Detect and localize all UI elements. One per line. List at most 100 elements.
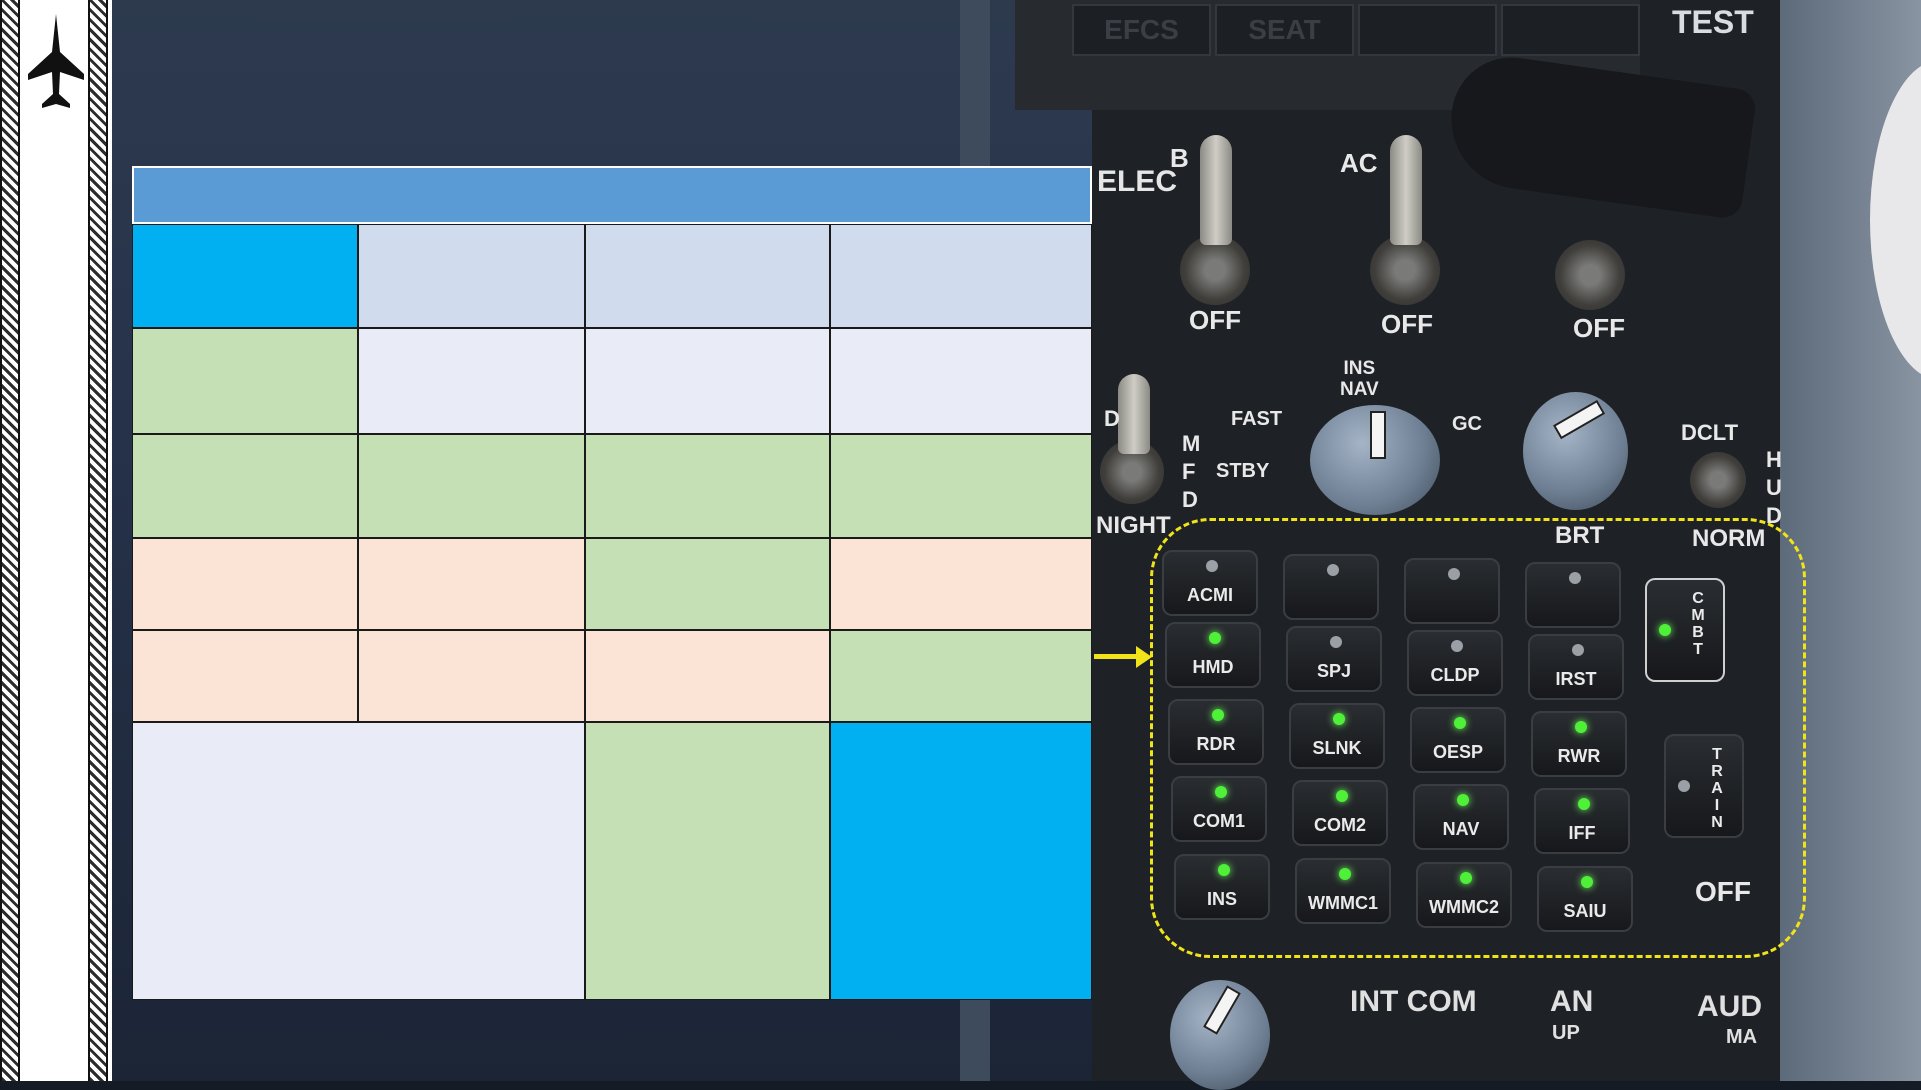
button-label: HMD bbox=[1192, 657, 1234, 677]
avionics-button-ins[interactable]: INS bbox=[1174, 854, 1270, 920]
bottom-left-knob[interactable] bbox=[1170, 980, 1270, 1090]
status-lamp bbox=[1578, 798, 1590, 810]
avionics-button-rwr[interactable]: RWR bbox=[1531, 711, 1627, 777]
toggle-label-ac: AC bbox=[1340, 148, 1378, 178]
table-cell-r4c2 bbox=[358, 538, 585, 630]
button-label: ACMI bbox=[1187, 585, 1233, 605]
status-lamp bbox=[1339, 868, 1351, 880]
status-lamp bbox=[1336, 790, 1348, 802]
avionics-button-com2[interactable]: COM2 bbox=[1292, 780, 1388, 846]
avionics-button-blank-4[interactable] bbox=[1525, 562, 1621, 628]
button-label: RDR bbox=[1196, 734, 1236, 754]
toggle-label-b: B bbox=[1170, 143, 1189, 173]
button-label: WMMC2 bbox=[1429, 897, 1499, 917]
mfd-d-label: D bbox=[1104, 406, 1120, 431]
an-label: AN bbox=[1550, 985, 1594, 1018]
button-label: SAIU bbox=[1563, 901, 1607, 921]
table-cell-r2c4 bbox=[830, 328, 1092, 434]
off-label-1: OFF bbox=[1189, 305, 1241, 335]
status-lamp bbox=[1209, 632, 1221, 644]
avionics-button-com1[interactable]: COM1 bbox=[1171, 776, 1267, 842]
overlay-table bbox=[132, 166, 1092, 1002]
avionics-button-rdr[interactable]: RDR bbox=[1168, 699, 1264, 765]
dclt-label: DCLT bbox=[1681, 420, 1739, 445]
train-label: TRAIN bbox=[1711, 746, 1723, 831]
cmbt-label: CMBT bbox=[1691, 590, 1705, 658]
ins-nav-label: INS NAV bbox=[1340, 358, 1379, 400]
table-cell-r4c3 bbox=[585, 538, 830, 630]
off-label-3: OFF bbox=[1573, 313, 1625, 343]
table-cell-r3c1 bbox=[132, 434, 358, 538]
ins-gc-label: GC bbox=[1452, 413, 1482, 435]
cmbt-button[interactable]: CMBT bbox=[1645, 578, 1725, 682]
avionics-button-cldp[interactable]: CLDP bbox=[1407, 630, 1503, 696]
status-lamp bbox=[1460, 872, 1472, 884]
status-lamp bbox=[1330, 636, 1342, 648]
button-label: NAV bbox=[1442, 819, 1480, 839]
button-label: OESP bbox=[1432, 742, 1484, 762]
ins-mode-knob[interactable] bbox=[1310, 405, 1440, 515]
avionics-button-spj[interactable]: SPJ bbox=[1286, 626, 1382, 692]
avionics-button-wmmc1[interactable]: WMMC1 bbox=[1295, 858, 1391, 924]
table-cell-r2c2 bbox=[358, 328, 585, 434]
status-lamp bbox=[1451, 640, 1463, 652]
avionics-button-blank-3[interactable] bbox=[1404, 558, 1500, 624]
button-label: INS bbox=[1206, 889, 1237, 909]
status-lamp bbox=[1206, 560, 1218, 572]
hatch-border-left bbox=[0, 0, 20, 1081]
table-cell-r3c4 bbox=[830, 434, 1092, 538]
ins-fast-label: FAST bbox=[1231, 408, 1283, 430]
elec-label: ELEC bbox=[1097, 165, 1177, 199]
avionics-button-oesp[interactable]: OESP bbox=[1410, 707, 1506, 773]
table-cell-r1c4 bbox=[830, 224, 1092, 328]
button-label: SLNK bbox=[1312, 738, 1362, 758]
status-lamp bbox=[1218, 864, 1230, 876]
button-label: RWR bbox=[1557, 746, 1601, 766]
jet-aircraft-icon[interactable] bbox=[26, 12, 86, 112]
avionics-button-wmmc2[interactable]: WMMC2 bbox=[1416, 862, 1512, 928]
avionics-button-iff[interactable]: IFF bbox=[1534, 788, 1630, 854]
top-slot-4 bbox=[1501, 4, 1640, 56]
table-cell-r6c3 bbox=[585, 722, 830, 1000]
avionics-button-irst[interactable]: IRST bbox=[1528, 634, 1624, 700]
hatch-border-right bbox=[88, 0, 108, 1081]
cmbt-lamp bbox=[1659, 624, 1671, 636]
avionics-button-saiu[interactable]: SAIU bbox=[1537, 866, 1633, 932]
table-cell-r3c2 bbox=[358, 434, 585, 538]
table-cell-r5c3 bbox=[585, 630, 830, 722]
status-lamp bbox=[1212, 709, 1224, 721]
status-lamp bbox=[1569, 572, 1581, 584]
status-lamp bbox=[1572, 644, 1584, 656]
status-lamp bbox=[1333, 713, 1345, 725]
top-slot-seat: SEAT bbox=[1215, 4, 1354, 56]
status-lamp bbox=[1327, 564, 1339, 576]
train-button[interactable]: TRAIN bbox=[1664, 734, 1744, 838]
elec-toggle-3[interactable] bbox=[1555, 240, 1625, 310]
brightness-knob[interactable] bbox=[1523, 392, 1628, 510]
table-cell-r1c1 bbox=[132, 224, 358, 328]
status-lamp bbox=[1448, 568, 1460, 580]
elec-toggle-b[interactable] bbox=[1180, 135, 1250, 305]
table-cell-r6c4 bbox=[830, 722, 1092, 1000]
ins-stby-label: STBY bbox=[1216, 460, 1270, 482]
mfd-night-toggle[interactable] bbox=[1100, 374, 1164, 504]
pointer-arrow-line bbox=[1094, 654, 1142, 659]
table-header-row bbox=[132, 166, 1092, 224]
button-label: WMMC1 bbox=[1308, 893, 1378, 913]
avionics-button-hmd[interactable]: HMD bbox=[1165, 622, 1261, 688]
button-label: CLDP bbox=[1430, 665, 1480, 685]
avionics-button-acmi[interactable]: ACMI bbox=[1162, 550, 1258, 616]
avionics-button-slnk[interactable]: SLNK bbox=[1289, 703, 1385, 769]
avionics-button-nav[interactable]: NAV bbox=[1413, 784, 1509, 850]
up-label: UP bbox=[1552, 1022, 1580, 1044]
status-lamp bbox=[1454, 717, 1466, 729]
elec-toggle-ac[interactable] bbox=[1370, 135, 1440, 305]
avionics-button-blank-2[interactable] bbox=[1283, 554, 1379, 620]
int-com-label: INT COM bbox=[1350, 985, 1477, 1018]
button-label: SPJ bbox=[1316, 661, 1352, 681]
hud-dclt-toggle[interactable] bbox=[1690, 452, 1746, 508]
audio-label: AUD bbox=[1697, 990, 1762, 1023]
arrow-right-icon bbox=[1136, 646, 1152, 668]
ma-label: MA bbox=[1726, 1026, 1758, 1048]
mfd-label: MFD bbox=[1182, 431, 1201, 512]
